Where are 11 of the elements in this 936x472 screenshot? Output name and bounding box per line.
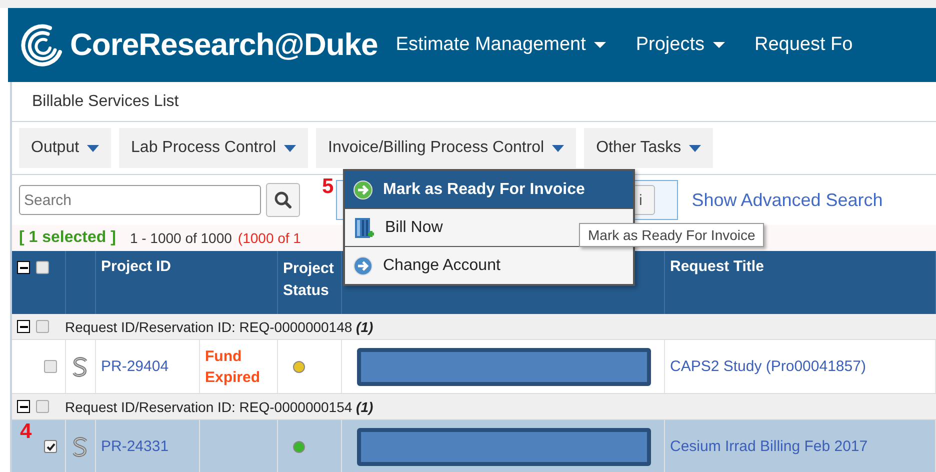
page-title: Billable Services List bbox=[32, 92, 179, 110]
step-number: 5 bbox=[322, 175, 334, 199]
filtered-count: (1000 of 1 bbox=[238, 230, 301, 246]
selection-count: [ 1 selected ] bbox=[19, 229, 116, 247]
group-label: Request ID/Reservation ID: REQ-0000000148 (1) bbox=[65, 318, 374, 334]
group-label: Request ID/Reservation ID: REQ-0000000154 (1) bbox=[65, 398, 374, 414]
tooltip: Mark as Ready For Invoice bbox=[579, 223, 764, 247]
fund-status: Fund Expired bbox=[205, 346, 262, 388]
brand-name: CoreResearch@Duke bbox=[70, 27, 378, 63]
record-range: 1 - 1000 of 1000 bbox=[130, 230, 232, 246]
step-number: 4 bbox=[20, 420, 32, 444]
